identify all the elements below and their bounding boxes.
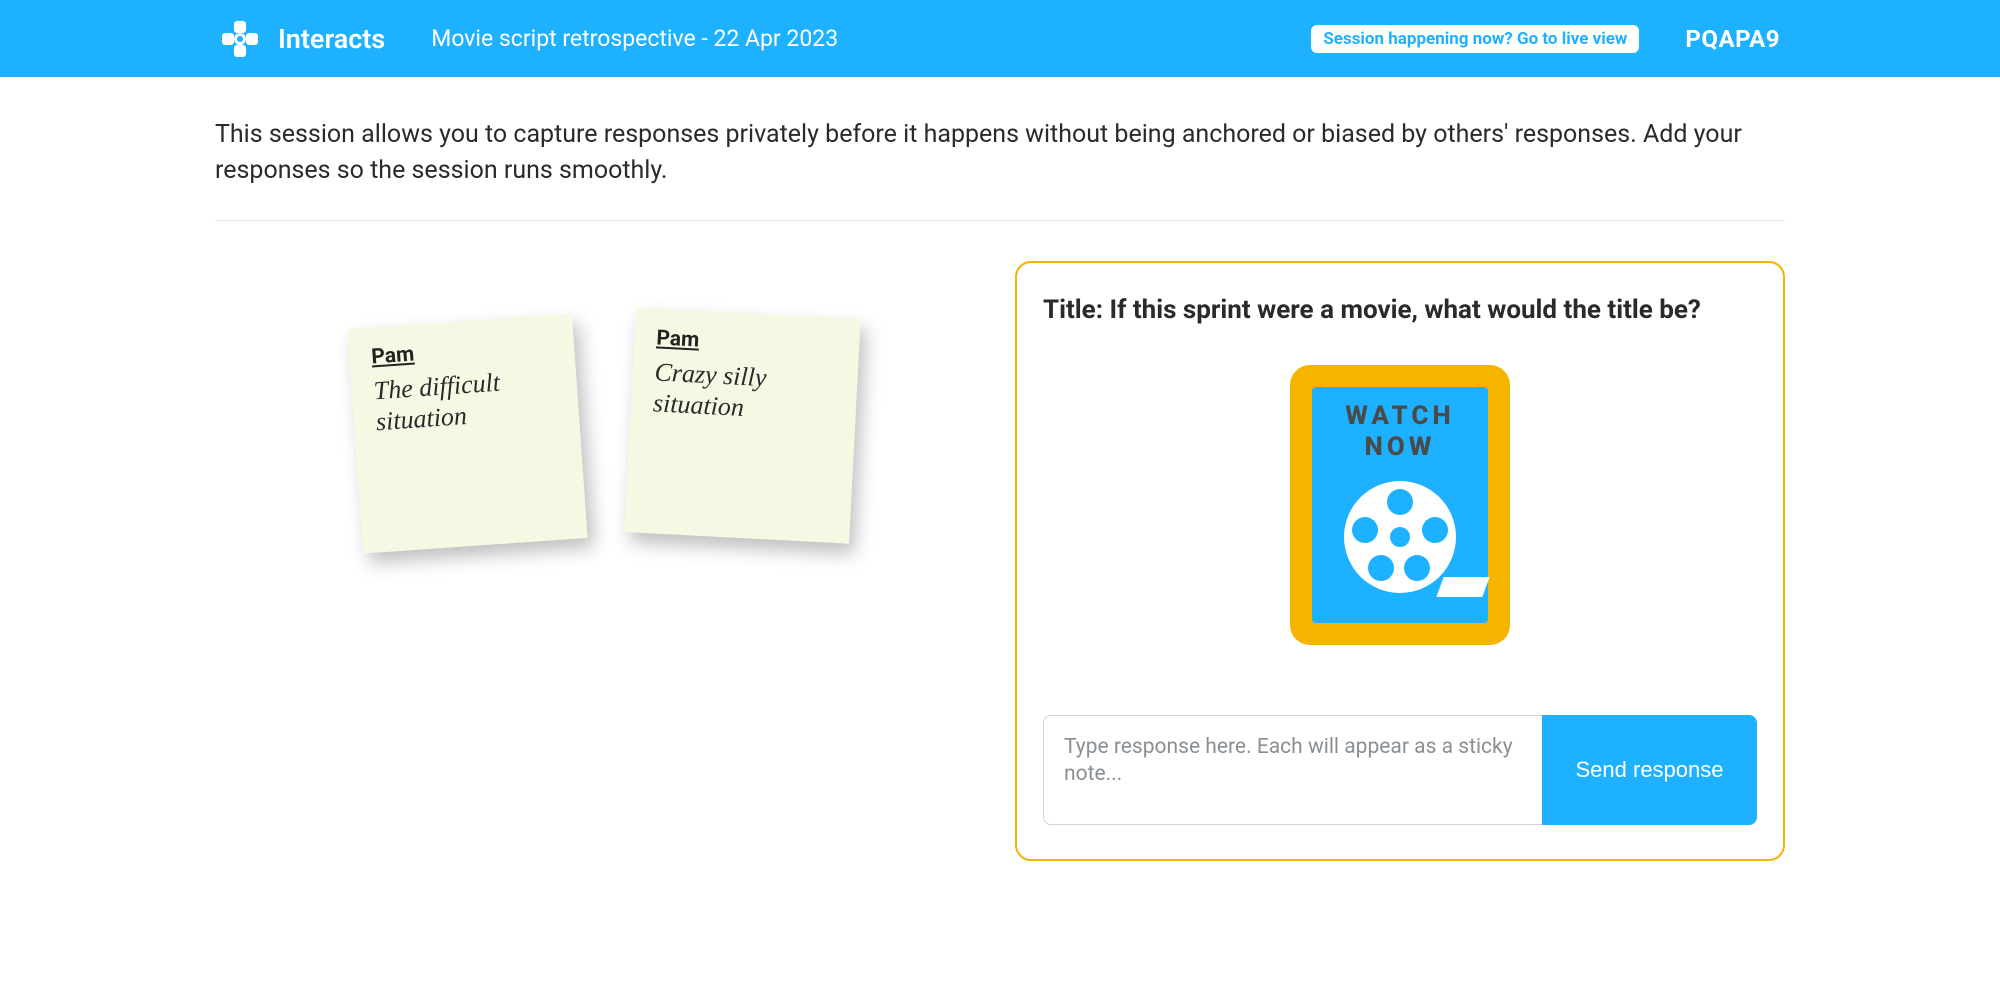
dpad-icon xyxy=(220,19,260,59)
film-reel-icon xyxy=(1344,481,1456,593)
sticky-author: Pam xyxy=(371,332,553,369)
sticky-text: The difficult situation xyxy=(373,362,558,437)
session-title: Movie script retrospective - 22 Apr 2023 xyxy=(431,25,838,52)
sticky-notes-area: Pam The difficult situation Pam Crazy si… xyxy=(215,261,975,861)
poster-text-line1: WATCH xyxy=(1345,401,1454,431)
sticky-author: Pam xyxy=(656,326,838,359)
live-view-button[interactable]: Session happening now? Go to live view xyxy=(1311,25,1639,53)
poster-text-line2: NOW xyxy=(1365,432,1436,462)
intro-text: This session allows you to capture respo… xyxy=(215,117,1785,221)
movie-poster-icon: WATCH NOW xyxy=(1043,365,1757,645)
brand-logo[interactable]: Interacts xyxy=(220,19,385,59)
app-header: Interacts Movie script retrospective - 2… xyxy=(0,0,2000,77)
brand-name: Interacts xyxy=(278,23,385,55)
sticky-note[interactable]: Pam Crazy silly situation xyxy=(624,307,860,543)
send-response-button[interactable]: Send response xyxy=(1542,715,1757,825)
sticky-text: Crazy silly situation xyxy=(652,356,836,428)
work-area: Pam The difficult situation Pam Crazy si… xyxy=(215,221,1785,861)
session-code: PQAPA9 xyxy=(1685,25,1780,53)
response-input[interactable] xyxy=(1043,715,1542,825)
sticky-note[interactable]: Pam The difficult situation xyxy=(347,313,587,553)
response-input-row: Send response xyxy=(1043,715,1757,825)
prompt-title: Title: If this sprint were a movie, what… xyxy=(1043,295,1757,325)
prompt-panel: Title: If this sprint were a movie, what… xyxy=(1015,261,1785,861)
